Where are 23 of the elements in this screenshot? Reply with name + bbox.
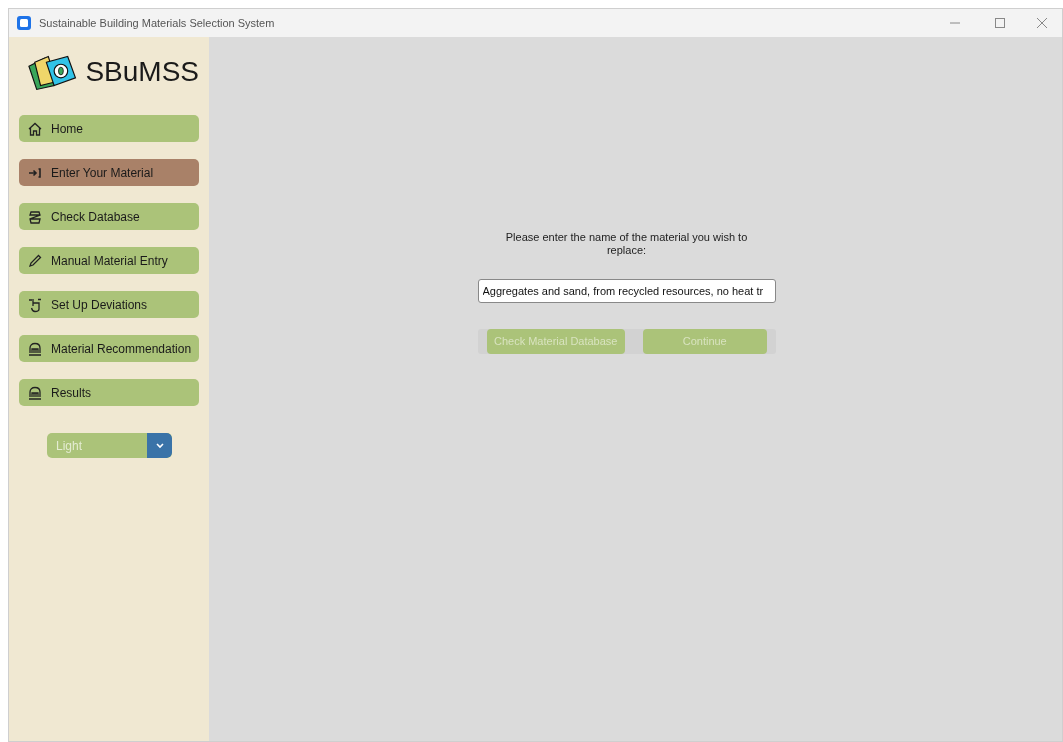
app-logo-text: SBuMSS	[85, 55, 199, 89]
sidebar-item[interactable]: Enter Your Material	[19, 159, 199, 186]
sidebar-item[interactable]: Home	[19, 115, 199, 142]
sidebar-item[interactable]: Set Up Deviations	[19, 291, 199, 318]
material-input-field[interactable]: Aggregates and sand, from recycled resources, no heat tr	[477, 279, 776, 303]
stack-icon	[27, 208, 43, 225]
building-icon	[27, 384, 43, 401]
dropdown-arrow-button[interactable]	[147, 433, 172, 458]
hand-icon	[27, 296, 43, 313]
pencil-icon	[27, 252, 43, 269]
sidebar-item[interactable]: Results	[19, 379, 199, 406]
close-icon	[1037, 18, 1047, 28]
sidebar-item[interactable]: Material Recommendation	[19, 335, 199, 362]
chevron-down-icon	[155, 442, 164, 449]
prompt-text: Please enter the name of the material you wish to replace:	[504, 231, 749, 257]
app-icon	[17, 16, 31, 30]
window-title: Sustainable Building Materials Selection System	[39, 15, 275, 31]
theme-select-value: Light	[55, 437, 84, 455]
sidebar-item[interactable]: Check Database	[19, 203, 199, 230]
home-icon	[27, 120, 43, 137]
building-icon	[27, 340, 43, 357]
sidebar-item[interactable]: Manual Material Entry	[19, 247, 199, 274]
maximize-icon	[994, 18, 1005, 28]
